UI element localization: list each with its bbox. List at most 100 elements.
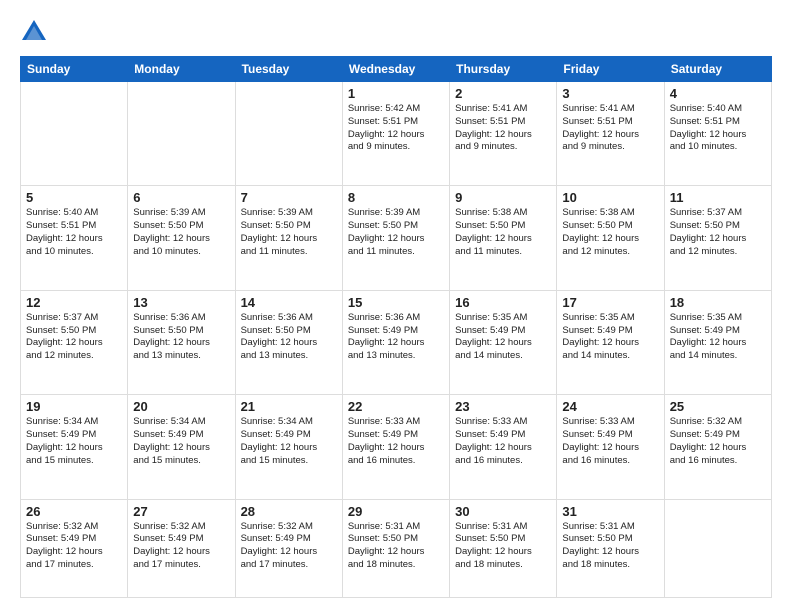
cell-content: Sunrise: 5:34 AMSunset: 5:49 PMDaylight:… [26,416,122,467]
day-number: 6 [133,190,229,205]
cell-content: Sunrise: 5:38 AMSunset: 5:50 PMDaylight:… [455,207,551,258]
cell-content: Sunrise: 5:32 AMSunset: 5:49 PMDaylight:… [26,521,122,572]
calendar-cell: 7 Sunrise: 5:39 AMSunset: 5:50 PMDaylight… [235,186,342,290]
calendar-cell: 20 Sunrise: 5:34 AMSunset: 5:49 PMDayligh… [128,395,235,499]
calendar-week-row: 19 Sunrise: 5:34 AMSunset: 5:49 PMDayligh… [21,395,772,499]
cell-content: Sunrise: 5:31 AMSunset: 5:50 PMDaylight:… [455,521,551,572]
calendar-week-row: 12 Sunrise: 5:37 AMSunset: 5:50 PMDayligh… [21,290,772,394]
calendar-cell: 19 Sunrise: 5:34 AMSunset: 5:49 PMDayligh… [21,395,128,499]
calendar-day-header: Tuesday [235,57,342,82]
calendar-cell: 17 Sunrise: 5:35 AMSunset: 5:49 PMDayligh… [557,290,664,394]
day-number: 15 [348,295,444,310]
calendar-cell [235,82,342,186]
day-number: 11 [670,190,766,205]
cell-content: Sunrise: 5:31 AMSunset: 5:50 PMDaylight:… [348,521,444,572]
calendar-cell: 25 Sunrise: 5:32 AMSunset: 5:49 PMDayligh… [664,395,771,499]
calendar-day-header: Wednesday [342,57,449,82]
calendar-cell: 26 Sunrise: 5:32 AMSunset: 5:49 PMDayligh… [21,499,128,597]
calendar-cell: 23Sunrise: 5:33 AMSunset: 5:49 PMDayligh… [450,395,557,499]
calendar-day-header: Monday [128,57,235,82]
calendar-cell: 1 Sunrise: 5:42 AMSunset: 5:51 PMDaylight… [342,82,449,186]
day-number: 26 [26,504,122,519]
day-number: 25 [670,399,766,414]
cell-content: Sunrise: 5:41 AMSunset: 5:51 PMDaylight:… [562,103,658,154]
calendar-cell: 10 Sunrise: 5:38 AMSunset: 5:50 PMDayligh… [557,186,664,290]
calendar-cell: 24Sunrise: 5:33 AMSunset: 5:49 PMDayligh… [557,395,664,499]
day-number: 29 [348,504,444,519]
calendar-day-header: Thursday [450,57,557,82]
cell-content: Sunrise: 5:36 AMSunset: 5:50 PMDaylight:… [133,312,229,363]
day-number: 10 [562,190,658,205]
cell-content: Sunrise: 5:34 AMSunset: 5:49 PMDaylight:… [241,416,337,467]
logo [20,18,54,46]
logo-icon [20,18,48,46]
cell-content: Sunrise: 5:41 AMSunset: 5:51 PMDaylight:… [455,103,551,154]
calendar-cell: 6 Sunrise: 5:39 AMSunset: 5:50 PMDaylight… [128,186,235,290]
cell-content: Sunrise: 5:33 AMSunset: 5:49 PMDaylight:… [348,416,444,467]
day-number: 2 [455,86,551,101]
calendar-cell: 4 Sunrise: 5:40 AMSunset: 5:51 PMDaylight… [664,82,771,186]
day-number: 14 [241,295,337,310]
calendar-cell: 11 Sunrise: 5:37 AMSunset: 5:50 PMDayligh… [664,186,771,290]
calendar-day-header: Friday [557,57,664,82]
cell-content: Sunrise: 5:37 AMSunset: 5:50 PMDaylight:… [26,312,122,363]
cell-content: Sunrise: 5:35 AMSunset: 5:49 PMDaylight:… [562,312,658,363]
day-number: 19 [26,399,122,414]
calendar-week-row: 5 Sunrise: 5:40 AMSunset: 5:51 PMDaylight… [21,186,772,290]
header [20,18,772,46]
calendar-cell: 5 Sunrise: 5:40 AMSunset: 5:51 PMDaylight… [21,186,128,290]
day-number: 21 [241,399,337,414]
cell-content: Sunrise: 5:38 AMSunset: 5:50 PMDaylight:… [562,207,658,258]
day-number: 3 [562,86,658,101]
day-number: 4 [670,86,766,101]
day-number: 27 [133,504,229,519]
cell-content: Sunrise: 5:34 AMSunset: 5:49 PMDaylight:… [133,416,229,467]
day-number: 28 [241,504,337,519]
calendar-cell: 29 Sunrise: 5:31 AMSunset: 5:50 PMDayligh… [342,499,449,597]
cell-content: Sunrise: 5:42 AMSunset: 5:51 PMDaylight:… [348,103,444,154]
calendar-day-header: Saturday [664,57,771,82]
day-number: 9 [455,190,551,205]
cell-content: Sunrise: 5:36 AMSunset: 5:50 PMDaylight:… [241,312,337,363]
calendar-cell: 12 Sunrise: 5:37 AMSunset: 5:50 PMDayligh… [21,290,128,394]
day-number: 18 [670,295,766,310]
calendar-week-row: 26 Sunrise: 5:32 AMSunset: 5:49 PMDayligh… [21,499,772,597]
cell-content: Sunrise: 5:40 AMSunset: 5:51 PMDaylight:… [670,103,766,154]
calendar-day-header: Sunday [21,57,128,82]
calendar-cell: 27Sunrise: 5:32 AMSunset: 5:49 PMDayligh… [128,499,235,597]
cell-content: Sunrise: 5:35 AMSunset: 5:49 PMDaylight:… [670,312,766,363]
cell-content: Sunrise: 5:39 AMSunset: 5:50 PMDaylight:… [241,207,337,258]
calendar-cell: 8Sunrise: 5:39 AMSunset: 5:50 PMDaylight… [342,186,449,290]
calendar-cell: 30Sunrise: 5:31 AMSunset: 5:50 PMDayligh… [450,499,557,597]
calendar-cell: 3 Sunrise: 5:41 AMSunset: 5:51 PMDaylight… [557,82,664,186]
cell-content: Sunrise: 5:33 AMSunset: 5:49 PMDaylight:… [562,416,658,467]
calendar-table: SundayMondayTuesdayWednesdayThursdayFrid… [20,56,772,598]
day-number: 16 [455,295,551,310]
cell-content: Sunrise: 5:33 AMSunset: 5:49 PMDaylight:… [455,416,551,467]
calendar-week-row: 1 Sunrise: 5:42 AMSunset: 5:51 PMDaylight… [21,82,772,186]
day-number: 5 [26,190,122,205]
cell-content: Sunrise: 5:39 AMSunset: 5:50 PMDaylight:… [133,207,229,258]
calendar-cell: 18 Sunrise: 5:35 AMSunset: 5:49 PMDayligh… [664,290,771,394]
cell-content: Sunrise: 5:40 AMSunset: 5:51 PMDaylight:… [26,207,122,258]
cell-content: Sunrise: 5:37 AMSunset: 5:50 PMDaylight:… [670,207,766,258]
calendar-cell: 14 Sunrise: 5:36 AMSunset: 5:50 PMDayligh… [235,290,342,394]
cell-content: Sunrise: 5:31 AMSunset: 5:50 PMDaylight:… [562,521,658,572]
calendar-cell: 21 Sunrise: 5:34 AMSunset: 5:49 PMDayligh… [235,395,342,499]
calendar-cell: 2 Sunrise: 5:41 AMSunset: 5:51 PMDaylight… [450,82,557,186]
calendar-cell: 16Sunrise: 5:35 AMSunset: 5:49 PMDayligh… [450,290,557,394]
day-number: 8 [348,190,444,205]
calendar-header-row: SundayMondayTuesdayWednesdayThursdayFrid… [21,57,772,82]
calendar-cell: 15Sunrise: 5:36 AMSunset: 5:49 PMDayligh… [342,290,449,394]
day-number: 1 [348,86,444,101]
day-number: 17 [562,295,658,310]
cell-content: Sunrise: 5:32 AMSunset: 5:49 PMDaylight:… [670,416,766,467]
calendar-cell: 22 Sunrise: 5:33 AMSunset: 5:49 PMDayligh… [342,395,449,499]
day-number: 22 [348,399,444,414]
day-number: 7 [241,190,337,205]
page: SundayMondayTuesdayWednesdayThursdayFrid… [0,0,792,612]
calendar-cell: 28Sunrise: 5:32 AMSunset: 5:49 PMDayligh… [235,499,342,597]
day-number: 20 [133,399,229,414]
day-number: 12 [26,295,122,310]
calendar-cell: 31Sunrise: 5:31 AMSunset: 5:50 PMDayligh… [557,499,664,597]
